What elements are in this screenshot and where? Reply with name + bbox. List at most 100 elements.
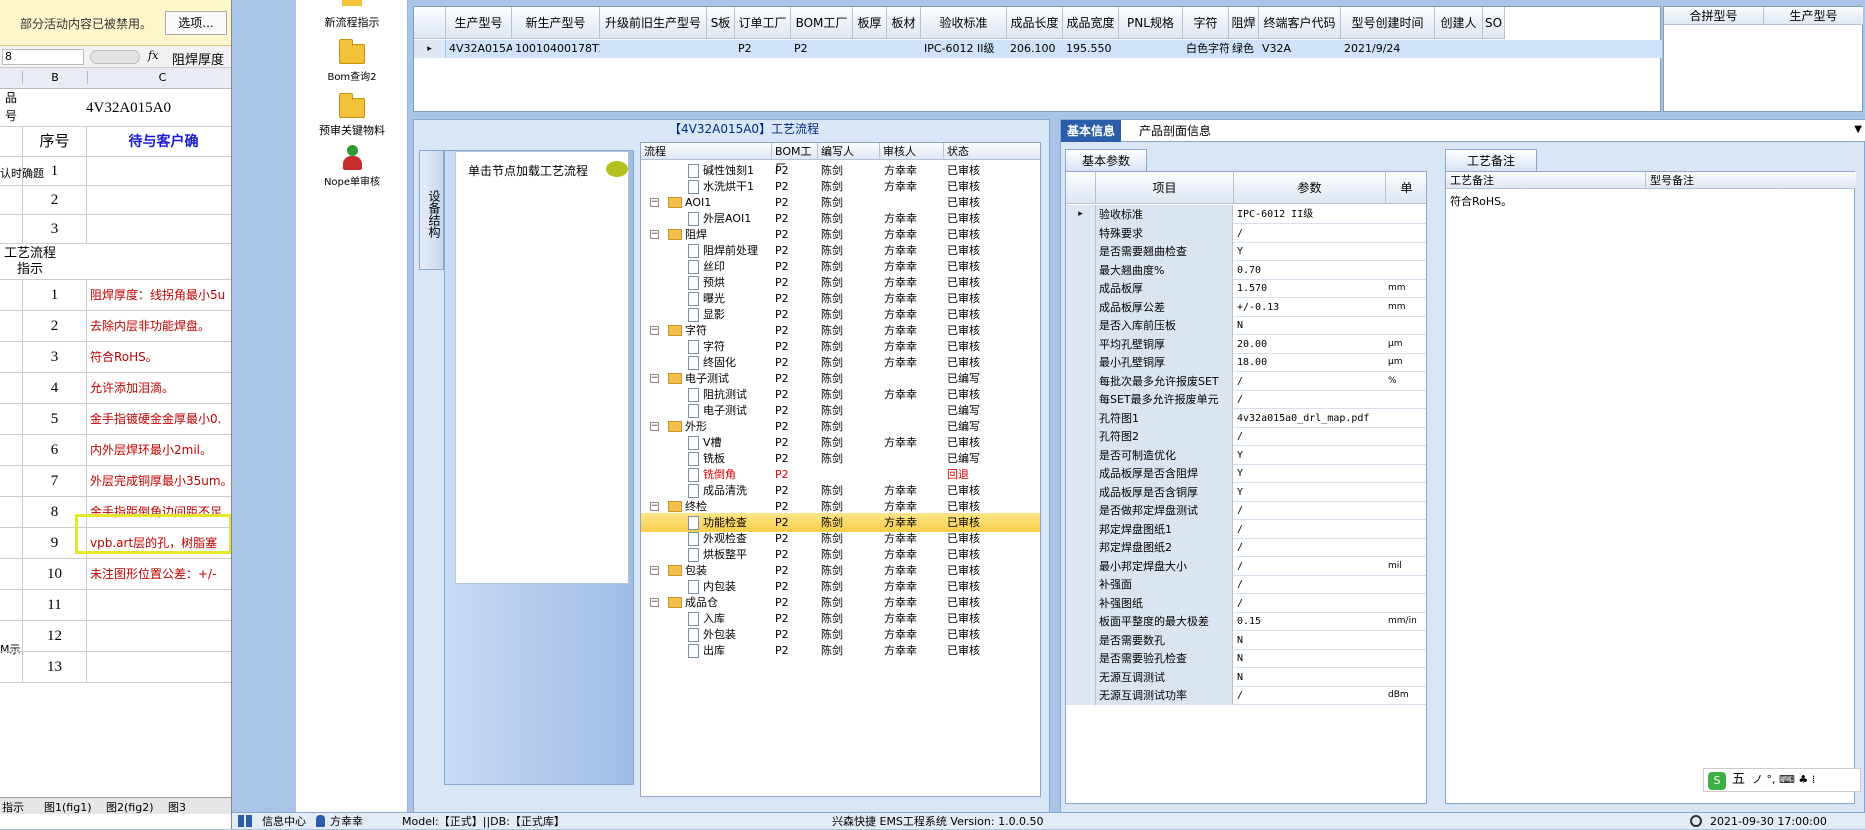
column-header[interactable]: 验收标准 <box>921 7 1007 39</box>
param-value[interactable]: / <box>1234 224 1384 243</box>
param-row[interactable]: 是否做邦定焊盘测试 / <box>1066 501 1426 520</box>
param-value[interactable]: +/-0.13 <box>1234 298 1384 317</box>
instruction-text[interactable] <box>87 652 231 682</box>
instruction-text[interactable] <box>87 590 231 620</box>
process-load-list[interactable]: 单击节点加载工艺流程 <box>455 151 629 584</box>
instruction-text[interactable]: 去除内层非功能焊盘。 <box>87 311 231 341</box>
prereview-material-tool[interactable]: 预审关键物料 <box>296 93 408 138</box>
row-number[interactable]: 1 <box>22 280 87 310</box>
expand-toggle-icon[interactable]: − <box>650 566 659 575</box>
param-row[interactable]: 平均孔壁铜厚 20.00 μm <box>1066 334 1426 354</box>
product-code-cell[interactable]: 4V32A015A0 <box>22 89 231 126</box>
param-row[interactable]: 孔符图2/ <box>1066 427 1426 446</box>
param-row[interactable]: 无源互调测试 N <box>1066 667 1426 687</box>
param-row[interactable]: 每批次最多允许报废SET /% <box>1066 371 1426 391</box>
param-value[interactable]: / <box>1234 686 1384 705</box>
cell-value[interactable]: 2021/9/24 <box>1341 40 1435 58</box>
param-value[interactable]: / <box>1234 575 1384 594</box>
cell-value[interactable] <box>887 40 921 58</box>
seq-header[interactable]: 序号 <box>22 127 87 156</box>
instruction-text[interactable]: 允许添加泪滴。 <box>87 373 231 403</box>
param-value[interactable]: Y <box>1234 483 1384 502</box>
row-number[interactable]: 10 <box>22 559 87 589</box>
param-row[interactable]: 是否入库前压板 N <box>1066 316 1426 335</box>
column-header[interactable]: PNL规格 <box>1119 7 1183 39</box>
expand-toggle-icon[interactable]: − <box>650 326 659 335</box>
column-header[interactable]: 字符 <box>1183 7 1229 39</box>
expand-toggle-icon[interactable]: − <box>650 502 659 511</box>
cell-value[interactable]: IPC-6012 II级 <box>921 40 1007 58</box>
column-header[interactable]: 生产型号 <box>446 7 512 39</box>
param-value[interactable]: / <box>1234 390 1384 409</box>
param-row[interactable]: 是否需要数孔 N <box>1066 630 1426 650</box>
sheet-tab[interactable]: 指示 <box>2 799 24 815</box>
param-row[interactable]: 特殊要求 / <box>1066 223 1426 243</box>
cell-value[interactable]: P2 <box>791 40 853 58</box>
tab-process-remarks[interactable]: 工艺备注 <box>1445 149 1537 171</box>
dropdown-arrow-icon[interactable]: ▼ <box>1854 124 1862 135</box>
column-header[interactable]: 创建人 <box>1435 7 1483 39</box>
row-number[interactable]: 2 <box>22 311 87 341</box>
unit-header[interactable]: 单 <box>1386 172 1426 204</box>
column-header[interactable]: 升级前旧生产型号 <box>600 7 707 39</box>
row-number[interactable]: 3 <box>22 215 87 243</box>
cell-value[interactable] <box>1435 40 1483 58</box>
param-value[interactable]: / <box>1234 594 1384 613</box>
column-header[interactable]: BOM工厂 <box>791 7 853 39</box>
nope-review-tool[interactable]: Nope单审核 <box>296 145 408 188</box>
process-col-header[interactable]: 流程 <box>641 143 772 160</box>
row-text[interactable] <box>87 157 231 185</box>
row-number[interactable]: 12 <box>22 621 87 651</box>
model-remark-header[interactable]: 型号备注 <box>1646 172 1856 189</box>
param-value[interactable]: / <box>1234 520 1384 539</box>
instruction-text[interactable]: 外层完成铜厚最小35um。 <box>87 466 231 496</box>
formula-input[interactable]: 阻焊厚度 <box>172 49 224 68</box>
param-row[interactable]: 最小孔壁铜厚 18.00 μm <box>1066 353 1426 372</box>
param-value[interactable]: N <box>1234 316 1384 335</box>
expand-toggle-icon[interactable]: − <box>650 598 659 607</box>
expand-toggle-icon[interactable]: − <box>650 374 659 383</box>
cell-value[interactable] <box>600 40 707 58</box>
column-header[interactable]: 板厚 <box>853 7 887 39</box>
row-number[interactable]: 11 <box>22 590 87 620</box>
sheet-tab[interactable]: 图3 <box>168 799 186 815</box>
row-text[interactable] <box>87 215 231 243</box>
row-number[interactable]: 13 <box>22 652 87 682</box>
item-header[interactable]: 项目 <box>1096 172 1234 204</box>
param-value[interactable]: 20.00 <box>1234 335 1384 354</box>
sheet-tab[interactable]: 图2(fig2) <box>106 799 154 815</box>
column-header[interactable]: SO <box>1483 7 1505 39</box>
param-row[interactable]: 最小邦定焊盘大小 / mil <box>1066 556 1426 576</box>
instruction-text[interactable]: 未注图形位置公差：+/- <box>87 559 231 589</box>
param-value[interactable]: 1.570 <box>1234 279 1384 298</box>
param-value[interactable]: 0.15 <box>1234 612 1384 631</box>
param-row[interactable]: 成品板厚公差 +/-0.13 mm <box>1066 297 1426 317</box>
row-number[interactable]: 4 <box>22 373 87 403</box>
param-value[interactable]: 4v32a015a0_drl_map.pdf <box>1234 409 1384 428</box>
process-tree-row[interactable]: 出库 P2 陈剑 方幸幸 已审核 <box>641 641 1040 660</box>
column-header[interactable]: 阻焊 <box>1229 7 1259 39</box>
expand-toggle-icon[interactable]: − <box>650 198 659 207</box>
column-header[interactable]: 成品长度 <box>1007 7 1063 39</box>
ime-toolbar[interactable]: S 五 ノ °, ⌨ ♣ ⁞ <box>1703 768 1861 792</box>
column-header[interactable]: S板 <box>707 7 735 39</box>
column-c-header[interactable]: C <box>87 71 231 84</box>
param-row[interactable]: 补强图纸 / <box>1066 593 1426 613</box>
param-value[interactable]: 18.00 <box>1234 353 1384 372</box>
cell-value[interactable]: 206.100 <box>1007 40 1063 58</box>
param-row[interactable]: 孔符图1 4v32a015a0_drl_map.pdf <box>1066 408 1426 428</box>
reviewer-col-header[interactable]: 审核人 <box>880 143 944 160</box>
param-value[interactable]: N <box>1234 649 1384 668</box>
param-row[interactable]: 最大翘曲度% 0.70 <box>1066 260 1426 280</box>
param-row[interactable]: 板面平整度的最大极差 0.15 mm/in <box>1066 612 1426 631</box>
param-row[interactable]: 邦定焊盘图纸2/ <box>1066 538 1426 557</box>
row-number[interactable]: 3 <box>22 342 87 372</box>
instruction-text[interactable]: 符合RoHS。 <box>87 342 231 372</box>
column-b-header[interactable]: B <box>22 71 87 84</box>
expand-toggle-icon[interactable]: − <box>650 422 659 431</box>
column-header[interactable]: 新生产型号 <box>512 7 600 39</box>
param-row[interactable]: ▸ 验收标准 IPC-6012 II级 <box>1066 205 1426 224</box>
column-header[interactable]: 成品宽度 <box>1063 7 1119 39</box>
param-value[interactable]: IPC-6012 II级 <box>1234 205 1384 224</box>
confirm-header[interactable]: 待与客户确 <box>87 127 231 156</box>
